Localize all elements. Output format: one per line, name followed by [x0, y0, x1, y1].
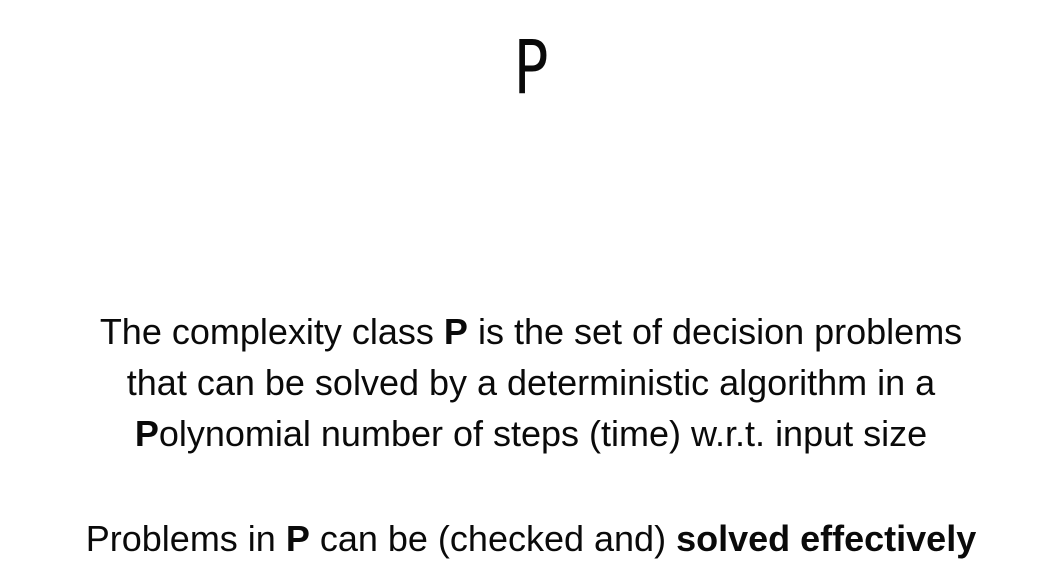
definition-line-1-end: is the set of decision problems [467, 311, 963, 352]
summary-middle: can be (checked and) [309, 518, 677, 559]
slide-title: P [513, 25, 549, 111]
definition-line-3-rest: olynomial number of steps (time) w.r.t. … [158, 413, 928, 454]
slide: P The complexity class P is the set of d… [0, 0, 1062, 588]
definition-line-1-class-p: P [443, 311, 468, 352]
summary-class-p: P [285, 518, 310, 559]
summary-sentence: Problems in P can be (checked and) solve… [0, 515, 1062, 563]
definition-line-3: Polynomial number of steps (time) w.r.t.… [0, 408, 1062, 459]
definition-line-1: The complexity class P is the set of dec… [0, 306, 1062, 357]
summary-emphasis: solved effectively [676, 518, 977, 559]
summary-start: Problems in [85, 518, 286, 559]
definition-line-3-initial-p: P [134, 413, 159, 454]
definition-line-1-start: The complexity class [99, 311, 444, 352]
definition-paragraph: The complexity class P is the set of dec… [0, 306, 1062, 459]
definition-line-2: that can be solved by a deterministic al… [126, 362, 936, 403]
